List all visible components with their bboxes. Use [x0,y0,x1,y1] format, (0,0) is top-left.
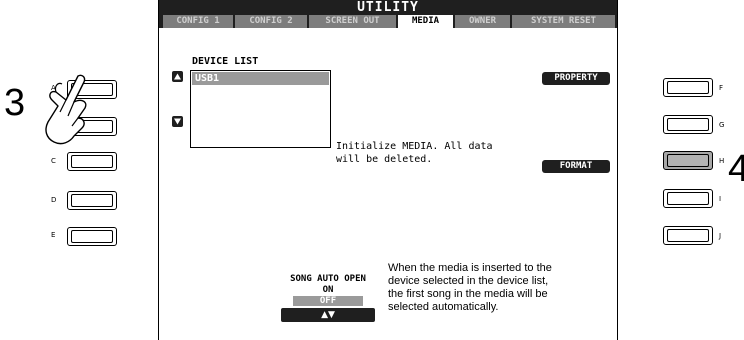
utility-screen: UTILITY CONFIG 1 CONFIG 2 SCREEN OUT MED… [158,0,618,340]
step-4-label: 4 [728,148,744,190]
button-d[interactable] [67,191,117,210]
button-j[interactable] [663,226,713,245]
tab-config-1[interactable]: CONFIG 1 [163,15,233,28]
tab-screen-out[interactable]: SCREEN OUT [309,15,396,28]
button-c[interactable] [67,152,117,171]
auto-open-desc-4: selected automatically. [388,301,499,313]
song-auto-open-on[interactable]: ON [276,285,380,296]
format-message-line-1: Initialize MEDIA. All data [336,141,493,152]
tab-config-2[interactable]: CONFIG 2 [235,15,307,28]
button-f-label: F [719,84,724,92]
button-e-label: E [51,231,56,239]
button-d-label: D [51,196,57,204]
song-auto-open-control[interactable]: SONG AUTO OPEN ON OFF ▲▼ [276,273,380,325]
pressing-hand-icon [45,74,87,145]
button-c-label: C [51,157,56,165]
button-g[interactable] [663,115,713,134]
auto-open-desc-2: device selected in the device list, [388,275,549,287]
tab-bar: CONFIG 1 CONFIG 2 SCREEN OUT MEDIA OWNER… [159,15,617,28]
song-auto-open-off[interactable]: OFF [293,296,363,306]
scroll-down-icon[interactable] [172,116,183,127]
button-g-label: G [719,121,725,129]
scroll-up-icon[interactable] [172,71,183,82]
device-list-item[interactable]: USB1 [192,72,329,85]
button-h-label: H [719,157,725,165]
step-3-label: 3 [4,82,26,124]
device-list-heading: DEVICE LIST [192,56,259,67]
song-auto-open-label: SONG AUTO OPEN [290,274,366,284]
device-list[interactable]: USB1 [190,70,331,148]
format-message-line-2: will be deleted. [336,154,433,165]
tab-owner[interactable]: OWNER [455,15,510,28]
auto-open-desc-1: When the media is inserted to the [388,262,552,274]
property-button[interactable]: PROPERTY [542,72,610,85]
auto-open-desc-3: the first song in the media will be [388,288,548,300]
tab-system-reset[interactable]: SYSTEM RESET [512,15,615,28]
button-e[interactable] [67,227,117,246]
button-f[interactable] [663,78,713,97]
tab-media[interactable]: MEDIA [398,15,453,28]
button-j-label: J [719,232,722,240]
button-i[interactable] [663,189,713,208]
up-down-arrows-icon[interactable]: ▲▼ [281,308,375,322]
button-h[interactable] [663,151,713,170]
format-button[interactable]: FORMAT [542,160,610,173]
button-i-label: I [719,195,722,203]
screen-title: UTILITY [159,0,617,15]
